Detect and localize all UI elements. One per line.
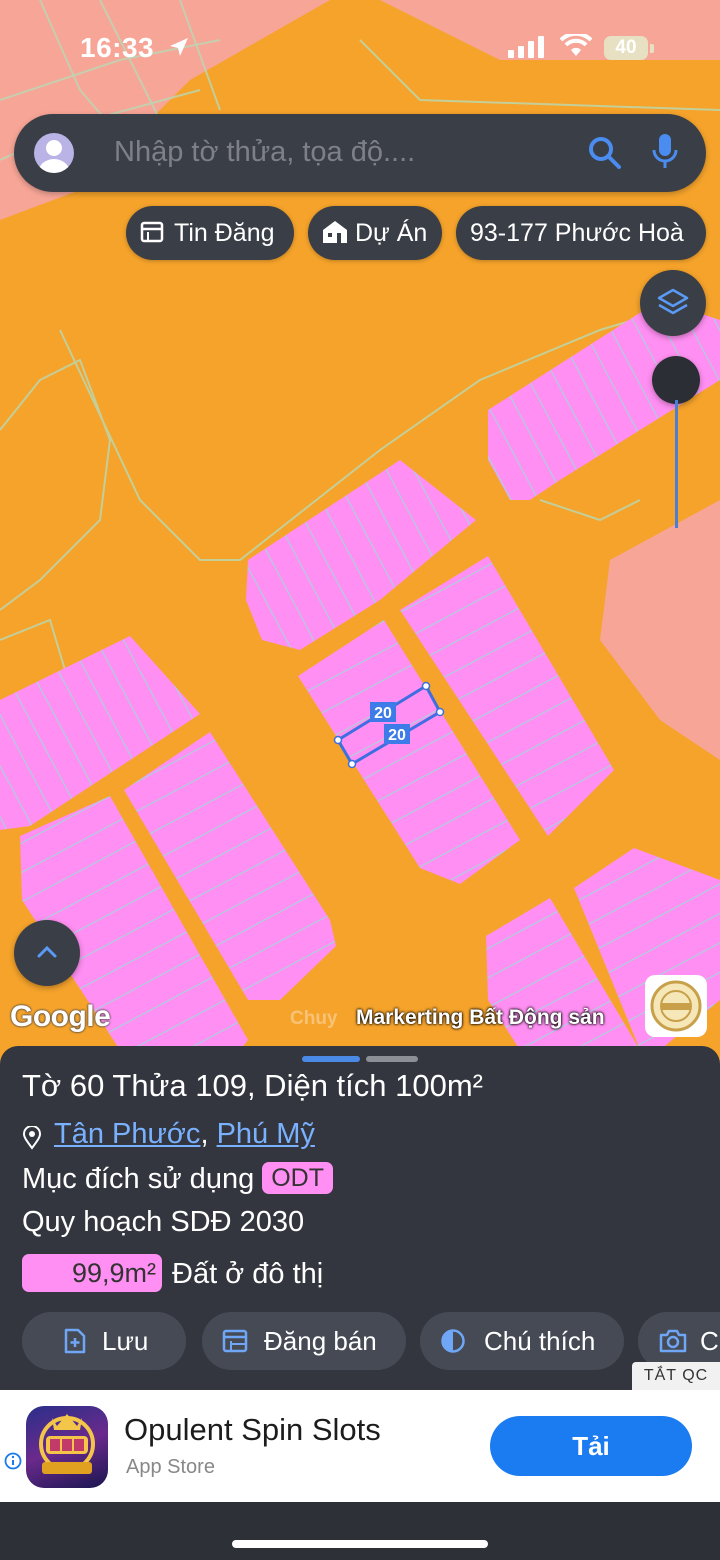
app-icon[interactable] — [26, 1406, 108, 1488]
sheet-page-indicator-active[interactable] — [302, 1056, 360, 1062]
watermark-text: Markerting Bất Động sản — [356, 1006, 605, 1029]
location-pin-icon — [22, 1126, 42, 1150]
sheet-number: 60 — [69, 1068, 105, 1103]
chevron-up-icon — [37, 945, 57, 958]
parcel-info-sheet[interactable]: Tờ 60 Thửa 109, Diện tích 100m² Tân Phướ… — [0, 1046, 720, 1390]
home-indicator[interactable] — [232, 1540, 488, 1548]
hide-ads-button[interactable]: TẮT QC — [632, 1362, 720, 1390]
edge-length-label: 20 — [374, 705, 392, 722]
layers-icon — [657, 288, 689, 315]
ad-app-name: Opulent Spin Slots — [124, 1412, 381, 1447]
battery-icon: 40 — [604, 36, 648, 60]
plan-type-label: Đất ở đô thị — [172, 1258, 324, 1290]
avatar[interactable] — [34, 133, 74, 173]
building-icon — [323, 221, 347, 243]
chip-label: 93-177 Phước Hoà — [470, 219, 684, 247]
save-doc-icon — [64, 1328, 86, 1354]
microphone-icon[interactable] — [650, 132, 680, 172]
calendar-icon — [222, 1329, 248, 1353]
parcel-number: 109 — [195, 1068, 247, 1103]
status-bar: 16:33 40 — [0, 0, 720, 100]
chip-listings[interactable]: Tin Đăng — [126, 206, 294, 260]
google-logo: Google — [10, 1000, 111, 1033]
location-arrow-icon — [170, 38, 188, 56]
land-use-label: Mục đích sử dụng — [22, 1163, 255, 1195]
search-bar[interactable]: Nhập tờ thửa, tọa độ.... — [14, 114, 706, 192]
half-circle-icon — [441, 1329, 465, 1353]
opacity-slider-track[interactable] — [675, 400, 678, 528]
signal-icon — [508, 36, 544, 58]
watermark-faint-text: Chuy — [290, 1008, 338, 1029]
land-use-row: Mục đích sử dụng ODT — [22, 1162, 333, 1196]
sheet-page-indicator[interactable] — [366, 1056, 418, 1062]
ward-link[interactable]: Tân Phước — [54, 1118, 200, 1150]
chip-address[interactable]: 93-177 Phước Hoà — [456, 206, 706, 260]
status-time: 16:33 — [80, 32, 155, 63]
ad-info-icon[interactable] — [4, 1452, 22, 1470]
land-use-code-badge: ODT — [262, 1162, 333, 1194]
system-bottom-bar — [0, 1502, 720, 1560]
parcel-area: 100m² — [395, 1068, 484, 1103]
legend-label: Chú thích — [484, 1326, 596, 1356]
legend-button[interactable]: Chú thích — [420, 1312, 624, 1370]
plan-label: Quy hoạch SDĐ 2030 — [22, 1206, 305, 1238]
wifi-icon — [560, 34, 592, 56]
ad-store-label: App Store — [126, 1456, 215, 1478]
search-input[interactable]: Nhập tờ thửa, tọa độ.... — [114, 136, 415, 169]
post-sale-label: Đăng bán — [264, 1326, 377, 1356]
search-icon[interactable] — [586, 134, 624, 172]
parcel-title: Tờ 60 Thửa 109, Diện tích 100m² — [22, 1068, 484, 1103]
watermark-logo — [645, 975, 707, 1037]
listing-icon — [140, 221, 164, 243]
ad-banner[interactable]: Opulent Spin Slots App Store Tải — [0, 1390, 720, 1502]
opacity-slider-handle[interactable] — [652, 356, 700, 404]
chip-projects[interactable]: Dự Án — [308, 206, 442, 260]
expand-button[interactable] — [14, 920, 80, 986]
save-label: Lưu — [102, 1326, 149, 1356]
town-link[interactable]: Phú Mỹ — [217, 1118, 315, 1150]
chip-label: Dự Án — [355, 219, 428, 247]
location-row: Tân Phước, Phú Mỹ — [22, 1118, 315, 1151]
camera-icon — [659, 1329, 687, 1353]
edge-length-label: 20 — [388, 727, 406, 744]
ad-get-button[interactable]: Tải — [490, 1416, 692, 1476]
user-icon — [38, 140, 70, 173]
chip-label: Tin Đăng — [174, 219, 275, 247]
slot-game-icon — [39, 1414, 95, 1474]
plan-area-badge: 99,9m² — [22, 1254, 162, 1292]
post-sale-button[interactable]: Đăng bán — [202, 1312, 406, 1370]
save-button[interactable]: Lưu — [22, 1312, 186, 1370]
layers-button[interactable] — [640, 270, 706, 336]
seal-icon — [650, 980, 702, 1032]
battery-tip — [650, 44, 654, 53]
